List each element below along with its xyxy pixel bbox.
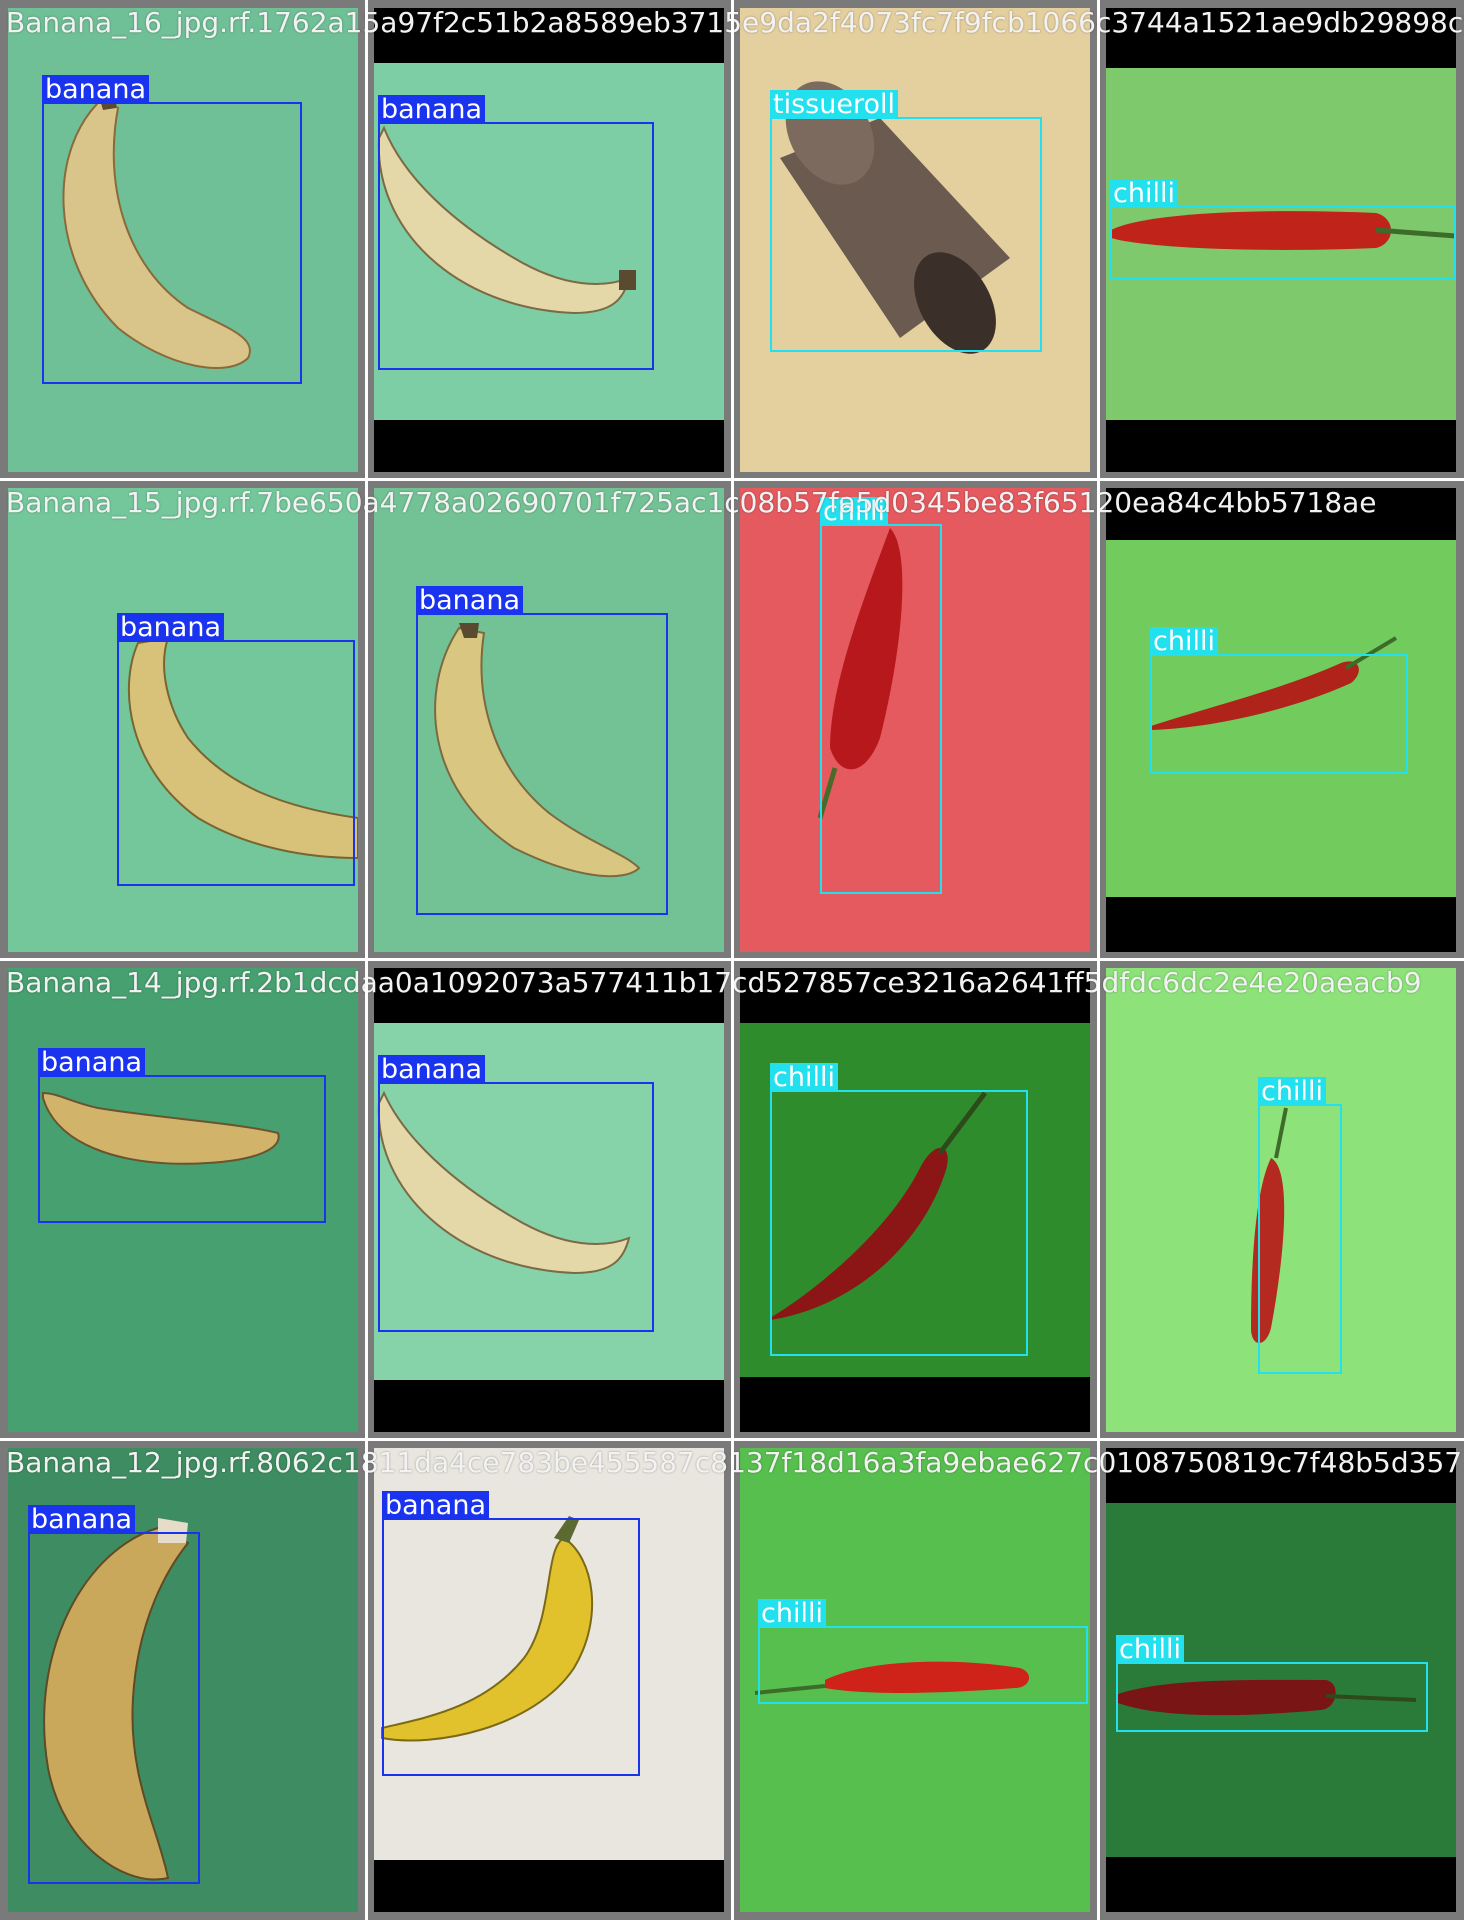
tile-banana-02: banana (366, 480, 732, 960)
tile-banana-16: banana (0, 0, 366, 480)
bbox-label: chilli (1116, 1635, 1184, 1664)
tile-chilli-08: chilli (1098, 1440, 1464, 1920)
bbox-banana: banana (416, 586, 668, 915)
bbox-label: chilli (1150, 627, 1218, 656)
bbox-label: tissueroll (770, 90, 898, 119)
bbox-chilli: chilli (1116, 1635, 1428, 1732)
bbox-banana: banana (28, 1505, 200, 1884)
bbox-chilli: chilli (1110, 179, 1456, 280)
bbox-chilli: chilli (758, 1599, 1088, 1704)
tile-banana-14: banana (0, 960, 366, 1440)
bbox-label: banana (382, 1491, 489, 1520)
tile-chilli-03: chilli (732, 960, 1098, 1440)
bbox-label: chilli (1258, 1077, 1326, 1106)
bbox-chilli: chilli (1150, 627, 1408, 774)
bbox-banana: banana (117, 613, 355, 886)
bbox-banana: banana (38, 1048, 326, 1223)
bbox-label: banana (378, 1055, 485, 1084)
bbox-chilli: chilli (770, 1063, 1028, 1356)
filename-caption: Banana_15_jpg.rf.7be650a4778a02690701f72… (6, 486, 1377, 519)
tile-banana-15: banana (0, 480, 366, 960)
bbox-label: banana (42, 75, 149, 104)
tile-chilli-06: chilli (1098, 960, 1464, 1440)
filename-caption: Banana_12_jpg.rf.8062c1811da4ce783be4555… (6, 1446, 1463, 1479)
tile-banana-12: banana (0, 1440, 366, 1920)
tile-chilli-29: chilli (1098, 480, 1464, 960)
tile-banana-16b: banana (366, 0, 732, 480)
bbox-banana: banana (42, 75, 302, 384)
grid-divider (0, 1438, 1464, 1441)
filename-caption: Banana_16_jpg.rf.1762a15a97f2c51b2a8589e… (6, 6, 1464, 39)
tile-banana-04: banana (366, 1440, 732, 1920)
bbox-banana: banana (378, 95, 654, 370)
bbox-chilli: chilli (820, 497, 942, 894)
tile-chilli-18: chilli (732, 1440, 1098, 1920)
filename-caption: Banana_14_jpg.rf.2b1dcdaa0a1092073a57741… (6, 966, 1422, 999)
bbox-label: chilli (758, 1599, 826, 1628)
tile-tissueroll: tissueroll (732, 0, 1098, 480)
grid-divider (0, 958, 1464, 961)
tile-chilli-11: chilli (732, 480, 1098, 960)
grid-divider (0, 478, 1464, 481)
bbox-banana: banana (382, 1491, 640, 1776)
bbox-chilli: chilli (1258, 1077, 1342, 1374)
detection-grid: banana banana tissueroll chilli banana b… (0, 0, 1464, 1920)
bbox-label: chilli (1110, 179, 1178, 208)
bbox-label: chilli (770, 1063, 838, 1092)
bbox-label: banana (378, 95, 485, 124)
bbox-label: banana (117, 613, 224, 642)
bbox-banana: banana (378, 1055, 654, 1332)
tile-banana-07: banana (366, 960, 732, 1440)
bbox-tissueroll: tissueroll (770, 90, 1042, 352)
bbox-label: banana (416, 586, 523, 615)
bbox-label: banana (38, 1048, 145, 1077)
bbox-label: banana (28, 1505, 135, 1534)
tile-chilli-12: chilli (1098, 0, 1464, 480)
